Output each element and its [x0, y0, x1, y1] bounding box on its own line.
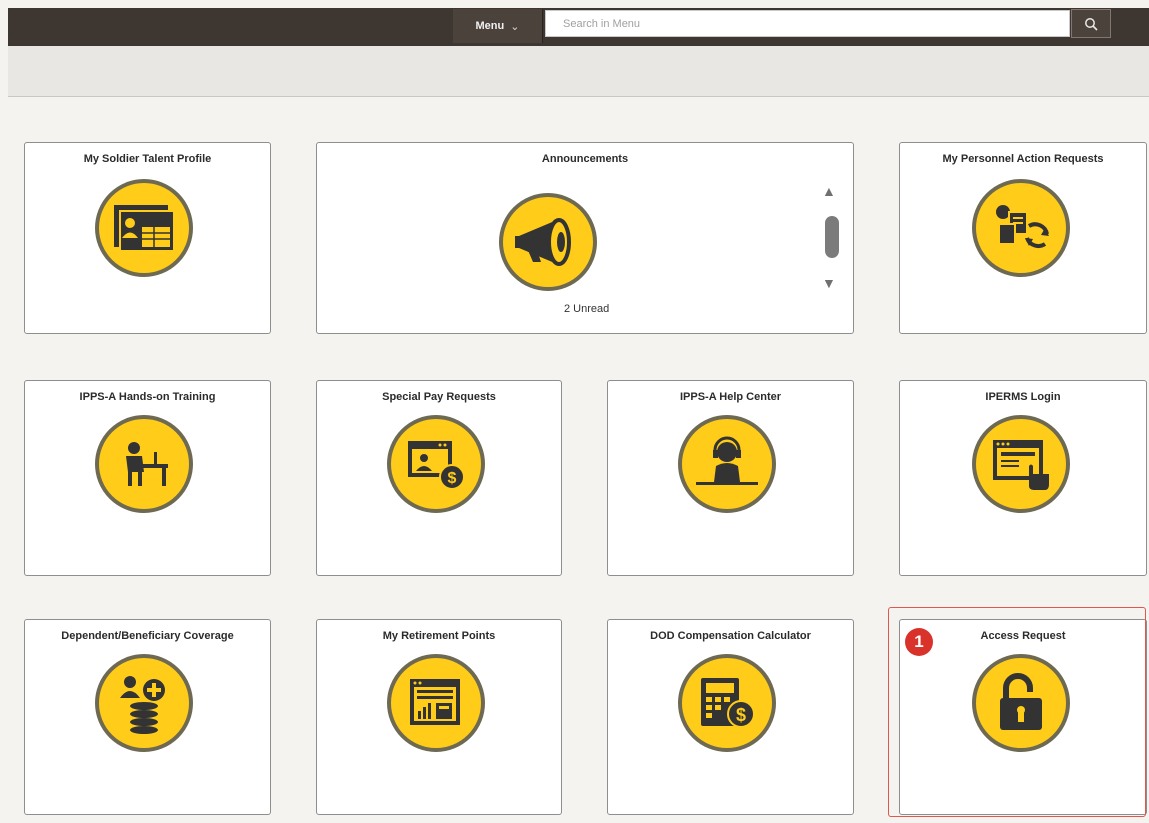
tile-ippsa-help-center[interactable]: IPPS-A Help Center [607, 380, 854, 576]
add-dependent-icon [95, 654, 193, 752]
search-button[interactable] [1071, 9, 1111, 38]
scroll-down-icon[interactable]: ▼ [822, 275, 836, 291]
menu-button[interactable]: Menu ⌄ [453, 9, 543, 43]
document-refresh-icon [972, 179, 1070, 277]
tile-title: My Retirement Points [382, 630, 496, 642]
profile-card-icon [95, 179, 193, 277]
svg-text:$: $ [736, 705, 746, 725]
person-at-desk-icon [95, 415, 193, 513]
tile-title: IPERMS Login [985, 391, 1061, 403]
tile-title: Announcements [541, 153, 629, 165]
report-chart-icon [387, 654, 485, 752]
megaphone-icon [499, 193, 597, 291]
menu-button-label: Menu [475, 20, 505, 32]
step-number-badge: 1 [905, 628, 933, 656]
tile-title: IPPS-A Help Center [679, 391, 782, 403]
scroll-up-icon[interactable]: ▲ [822, 183, 836, 199]
unread-count: 2 Unread [564, 303, 610, 315]
tile-title: Dependent/Beneficiary Coverage [61, 630, 234, 642]
search-icon [1085, 17, 1098, 31]
payment-screen-icon: $ [387, 415, 485, 513]
tile-ippsa-hands-on-training[interactable]: IPPS-A Hands-on Training [24, 380, 271, 576]
tile-title: My Soldier Talent Profile [83, 153, 212, 165]
tile-my-personnel-action-requests[interactable]: My Personnel Action Requests [899, 142, 1147, 334]
tile-title: My Personnel Action Requests [942, 153, 1104, 165]
tile-title: IPPS-A Hands-on Training [79, 391, 216, 403]
tile-title: Special Pay Requests [382, 391, 496, 403]
svg-text:$: $ [448, 470, 457, 487]
tile-iperms-login[interactable]: IPERMS Login [899, 380, 1147, 576]
scrollbar-thumb[interactable] [825, 216, 839, 258]
tile-dependent-beneficiary-coverage[interactable]: Dependent/Beneficiary Coverage [24, 619, 271, 815]
tile-my-soldier-talent-profile[interactable]: My Soldier Talent Profile [24, 142, 271, 334]
page-subheader-bar [8, 46, 1149, 97]
search-input[interactable] [545, 10, 1070, 37]
tile-title: DOD Compensation Calculator [650, 630, 811, 642]
tile-dod-compensation-calculator[interactable]: DOD Compensation Calculator $ [607, 619, 854, 815]
calculator-dollar-icon: $ [678, 654, 776, 752]
web-click-icon [972, 415, 1070, 513]
tile-my-retirement-points[interactable]: My Retirement Points [316, 619, 562, 815]
tile-special-pay-requests[interactable]: Special Pay Requests $ [316, 380, 562, 576]
headset-agent-icon [678, 415, 776, 513]
tile-announcements[interactable]: Announcements 2 Unread ▲ ▼ [316, 142, 854, 334]
chevron-down-icon: ⌄ [510, 20, 520, 33]
